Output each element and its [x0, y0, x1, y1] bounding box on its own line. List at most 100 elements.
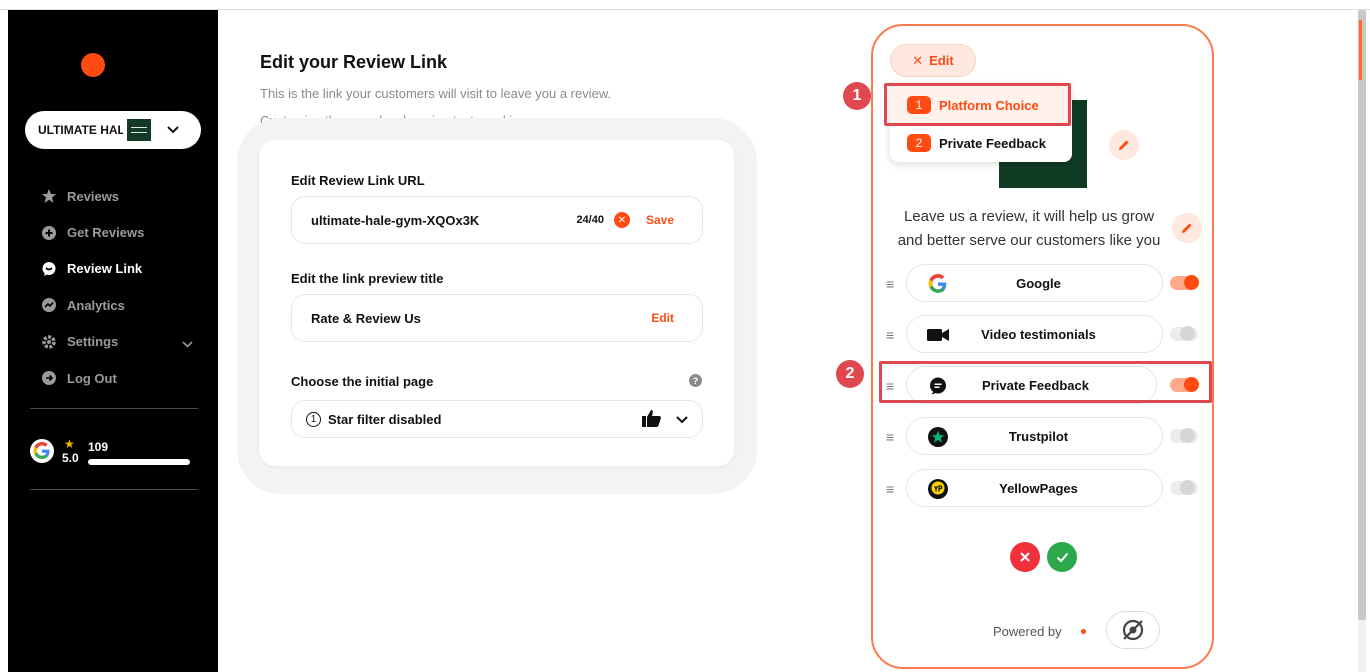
plus-circle-icon: [41, 225, 57, 241]
initial-page-value: Star filter disabled: [328, 411, 442, 427]
powered-by-label: Powered by: [993, 624, 1062, 639]
page-title: Edit your Review Link: [260, 52, 448, 72]
annotation-step-2: 2: [836, 360, 864, 388]
annotation-highlight-2: [879, 361, 1212, 403]
platform-row-google: ≡ Google: [886, 264, 1206, 302]
review-invite-line: Leave us a review, it will help us grow: [903, 208, 1155, 225]
drag-handle-icon[interactable]: ≡: [886, 327, 894, 343]
edit-title-button[interactable]: Edit: [651, 311, 674, 325]
google-rating-summary[interactable]: ★ 5.0 109: [30, 435, 200, 471]
review-invite-line: and better serve our customers like you: [897, 232, 1161, 249]
business-name: ULTIMATE HALE GYM: [38, 123, 123, 137]
sidebar-divider: [30, 489, 198, 490]
pencil-icon: [1182, 223, 1192, 233]
edit-label: Edit: [929, 53, 954, 68]
thumbs-up-icon: [642, 409, 662, 430]
brand-logo[interactable]: [81, 53, 105, 77]
gear-icon: [41, 334, 57, 350]
platform-pill[interactable]: Google: [906, 264, 1163, 302]
platform-row-trustpilot: ≡ Trustpilot: [886, 417, 1206, 455]
check-icon: [1056, 552, 1068, 562]
character-count: 24/40: [576, 214, 604, 226]
sidebar: ULTIMATE HALE GYM Reviews Get Reviews Re…: [8, 10, 218, 672]
sidebar-item-label: Get Reviews: [67, 225, 145, 241]
business-selector[interactable]: ULTIMATE HALE GYM: [25, 111, 201, 149]
platform-pill[interactable]: Trustpilot: [906, 417, 1163, 455]
sidebar-item-get-reviews[interactable]: Get Reviews: [41, 214, 201, 250]
hide-branding-button[interactable]: [1106, 611, 1160, 649]
annotation-highlight-1: [884, 83, 1071, 126]
chat-bubble-icon: [41, 261, 57, 277]
edit-preview-button[interactable]: ✕ Edit: [890, 44, 976, 77]
clear-icon[interactable]: ✕: [613, 212, 630, 228]
menu-item-private-feedback[interactable]: 2 Private Feedback: [890, 124, 1072, 162]
sidebar-divider: [30, 408, 198, 409]
business-thumbnail: [127, 119, 151, 141]
drag-handle-icon[interactable]: ≡: [886, 481, 894, 497]
preview-title-field[interactable]: Rate & Review Us Edit: [291, 294, 703, 342]
platform-toggle[interactable]: [1170, 480, 1198, 495]
scrollbar-thumb[interactable]: [1358, 10, 1366, 620]
platform-pill[interactable]: YellowPages: [906, 469, 1163, 507]
menu-number-badge: 2: [907, 134, 931, 152]
sidebar-item-label: Review Link: [67, 261, 143, 277]
chevron-down-icon: [676, 412, 688, 427]
sidebar-item-settings[interactable]: Settings: [41, 324, 201, 360]
edge-accent: [1359, 20, 1362, 80]
help-icon[interactable]: ?: [689, 374, 702, 387]
step-number-badge: 1: [306, 411, 321, 427]
platform-toggle[interactable]: [1170, 326, 1198, 341]
platform-row-yellowpages: ≡ YellowPages: [886, 469, 1206, 507]
sidebar-item-analytics[interactable]: Analytics: [41, 287, 201, 323]
close-icon: ✕: [912, 52, 924, 68]
platform-pill[interactable]: Video testimonials: [906, 315, 1163, 353]
chart-icon: [41, 297, 57, 313]
platform-toggle[interactable]: [1170, 428, 1198, 443]
star-icon: [41, 188, 57, 204]
pencil-icon: [1119, 140, 1129, 150]
edit-text-button[interactable]: [1172, 213, 1202, 243]
google-icon: [30, 439, 54, 463]
sidebar-item-label: Log Out: [67, 370, 117, 386]
sidebar-item-label: Settings: [67, 334, 119, 350]
top-border: [0, 0, 1370, 10]
sidebar-nav: Reviews Get Reviews Review Link Analytic…: [41, 178, 201, 396]
drag-handle-icon[interactable]: ≡: [886, 276, 894, 292]
sidebar-item-log-out[interactable]: Log Out: [41, 360, 201, 396]
sidebar-item-review-link[interactable]: Review Link: [41, 251, 201, 287]
chevron-down-icon: [182, 336, 193, 351]
star-icon: ★: [64, 437, 75, 451]
sidebar-item-label: Reviews: [67, 188, 120, 204]
sidebar-item-label: Analytics: [67, 297, 125, 313]
sidebar-item-reviews[interactable]: Reviews: [41, 178, 201, 214]
review-progress-bar: [88, 459, 190, 465]
annotation-step-1: 1: [843, 82, 871, 110]
url-section-label: Edit Review Link URL: [291, 173, 425, 188]
platform-label: Google: [1016, 276, 1061, 291]
platform-label: YellowPages: [999, 481, 1078, 496]
chevron-down-icon: [167, 123, 179, 137]
platform-toggle[interactable]: [1170, 275, 1199, 290]
initial-page-label: Choose the initial page: [291, 374, 434, 389]
platform-label: Trustpilot: [1008, 429, 1069, 444]
url-input-value[interactable]: ultimate-hale-gym-XQOx3K: [311, 213, 576, 228]
initial-page-select[interactable]: 1 Star filter disabled: [291, 400, 703, 438]
menu-item-label: Private Feedback: [939, 135, 1046, 151]
review-count: 109: [88, 440, 109, 454]
confirm-button[interactable]: [1047, 542, 1077, 572]
preview-title-value: Rate & Review Us: [311, 310, 421, 326]
eye-off-icon: [1122, 619, 1144, 641]
platform-row-video-testimonials: ≡ Video testimonials: [886, 315, 1206, 353]
close-icon: [1020, 552, 1030, 562]
cancel-button[interactable]: [1010, 542, 1040, 572]
rating-score: 5.0: [62, 451, 79, 465]
edit-image-button[interactable]: [1109, 130, 1139, 160]
drag-handle-icon[interactable]: ≡: [886, 429, 894, 445]
page-subtitle: This is the link your customers will vis…: [260, 86, 612, 101]
save-button[interactable]: Save: [646, 213, 674, 227]
review-link-url-field[interactable]: ultimate-hale-gym-XQOx3K 24/40 ✕ Save: [291, 196, 703, 244]
preview-title-label: Edit the link preview title: [291, 271, 444, 286]
powered-by-logo-dot: [1081, 629, 1086, 634]
review-invite-text: Leave us a review, it will help us grow …: [886, 205, 1172, 253]
platform-label: Video testimonials: [981, 327, 1096, 342]
